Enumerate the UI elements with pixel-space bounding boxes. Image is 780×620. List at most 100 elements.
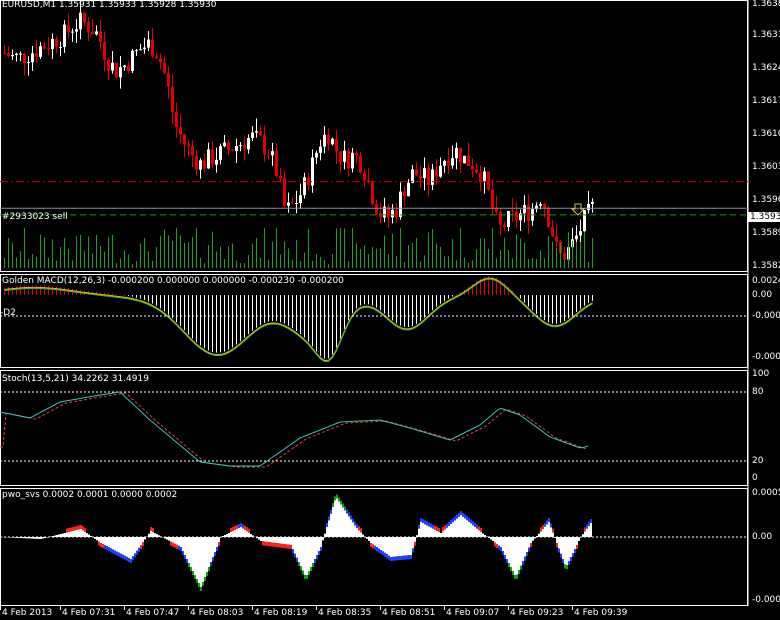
candle-body bbox=[415, 169, 418, 176]
pwo-bar-tip bbox=[246, 527, 248, 532]
pwo-bar bbox=[540, 531, 542, 537]
pwo-bar bbox=[332, 507, 334, 537]
candle-body bbox=[111, 62, 114, 71]
main-price-label: 1.3603 bbox=[752, 162, 780, 172]
pwo-bar bbox=[290, 537, 292, 545]
macd-price-label: -0.0002 bbox=[752, 311, 780, 321]
pwo-bar bbox=[352, 522, 354, 537]
order-label[interactable]: #2933023 sell bbox=[2, 212, 68, 223]
pwo-bar-tip bbox=[172, 542, 174, 547]
main-price-label: 1.3596 bbox=[752, 195, 780, 205]
candle-body bbox=[83, 12, 86, 23]
pwo-bar-tip bbox=[68, 528, 70, 532]
time-axis-label: 4 Feb 07:31 bbox=[62, 608, 116, 618]
candle-body bbox=[7, 53, 10, 57]
time-axis-tick bbox=[316, 606, 317, 610]
pwo-bar bbox=[204, 537, 206, 577]
pwo-bar-tip bbox=[522, 561, 524, 566]
candle-body bbox=[339, 151, 342, 162]
pwo-bar bbox=[310, 537, 312, 567]
pwo-bar bbox=[368, 537, 370, 541]
pwo-bar bbox=[260, 537, 262, 541]
pwo-bar-tip bbox=[436, 526, 438, 531]
candle-body bbox=[231, 149, 234, 151]
pwo-bar bbox=[116, 537, 118, 552]
pwo-bar bbox=[410, 537, 412, 555]
candle-body bbox=[147, 39, 150, 48]
current-price-tag: 1.3593 bbox=[748, 212, 780, 222]
pwo-bar-tip bbox=[128, 557, 130, 562]
pwo-bar-tip bbox=[374, 545, 376, 550]
pwo-bar-tip bbox=[446, 523, 448, 528]
pwo-bar bbox=[244, 529, 246, 537]
candle-body bbox=[267, 154, 270, 156]
candle-body bbox=[255, 131, 258, 133]
pwo-bar bbox=[210, 537, 212, 562]
pwo-bar-tip bbox=[170, 541, 172, 546]
pwo-bar bbox=[34, 537, 36, 539]
candle-body bbox=[91, 31, 94, 35]
pwo-bar-tip bbox=[142, 542, 144, 547]
pwo-bar-tip bbox=[432, 524, 434, 529]
pwo-bar bbox=[46, 537, 48, 538]
pwo-bar-tip bbox=[382, 551, 384, 556]
pwo-bar bbox=[208, 537, 210, 567]
pwo-bar-tip bbox=[500, 547, 502, 551]
pwo-bar bbox=[566, 537, 568, 565]
candle-body bbox=[251, 132, 254, 139]
pwo-bar bbox=[112, 537, 114, 550]
pwo-bar bbox=[152, 532, 154, 537]
pwo-bar-tip bbox=[184, 555, 186, 559]
candle-body bbox=[87, 22, 90, 32]
pwo-bar-tip bbox=[524, 556, 526, 561]
pwo-bar bbox=[42, 537, 44, 539]
macd-panel-frame bbox=[0, 274, 748, 368]
pwo-bar bbox=[190, 537, 192, 567]
pwo-bar-tip bbox=[290, 545, 292, 549]
pwo-bar bbox=[72, 531, 74, 537]
pwo-bar-tip bbox=[448, 521, 450, 526]
candle-body bbox=[51, 38, 54, 50]
pwo-bar bbox=[522, 537, 524, 562]
pwo-bar-tip bbox=[194, 575, 196, 579]
pwo-bar bbox=[128, 537, 130, 558]
pwo-bar-tip bbox=[310, 567, 312, 571]
candle-body bbox=[459, 147, 462, 164]
stoch-panel-frame bbox=[0, 370, 748, 486]
pwo-bar-tip bbox=[78, 525, 80, 530]
candle-body bbox=[71, 31, 74, 33]
pwo-bar-tip bbox=[444, 525, 446, 530]
pwo-bar bbox=[426, 525, 428, 537]
pwo-bar bbox=[90, 536, 92, 537]
candle-body bbox=[435, 169, 438, 177]
pwo-bar bbox=[350, 519, 352, 537]
candle-body bbox=[11, 55, 14, 57]
pwo-bar-tip bbox=[558, 548, 560, 553]
pwo-bar-tip bbox=[74, 526, 76, 531]
candle-body bbox=[443, 160, 446, 166]
pwo-bar-tip bbox=[406, 555, 408, 560]
down-arrow-icon bbox=[570, 203, 586, 216]
candle-body bbox=[527, 205, 530, 221]
pwo-bar-tip bbox=[402, 555, 404, 560]
candle-body bbox=[287, 202, 290, 206]
pwo-bar-tip bbox=[66, 528, 68, 533]
trading-chart-canvas[interactable] bbox=[0, 0, 780, 620]
pwo-bar-tip bbox=[312, 563, 314, 567]
pwo-bar bbox=[316, 537, 318, 555]
pwo-bar-tip bbox=[80, 525, 82, 529]
candle-body bbox=[391, 209, 394, 218]
pwo-bar bbox=[74, 530, 76, 537]
pwo-bar bbox=[502, 537, 504, 551]
pwo-bar-tip bbox=[342, 503, 344, 508]
pwo-bar-tip bbox=[202, 582, 204, 586]
pwo-bar bbox=[194, 537, 196, 575]
pwo-bar-tip bbox=[280, 543, 282, 548]
candle-body bbox=[351, 152, 354, 169]
candle-body bbox=[395, 209, 398, 217]
pwo-bar-tip bbox=[110, 548, 112, 553]
pwo-bar bbox=[270, 537, 272, 543]
pwo-bar-tip bbox=[504, 555, 506, 559]
candle-body bbox=[455, 147, 458, 159]
candle-body bbox=[355, 152, 358, 156]
